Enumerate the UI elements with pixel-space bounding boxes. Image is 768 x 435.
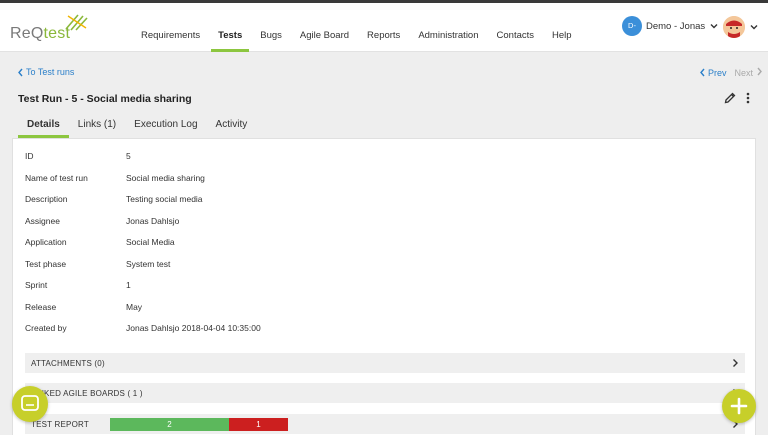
- failed-segment: 1: [229, 418, 288, 431]
- field-value: May: [126, 302, 143, 312]
- logo-text: ReQtest: [10, 25, 71, 42]
- app-header: ReQtest Requirements Tests Bugs Agile Bo…: [0, 3, 768, 52]
- profile-menu[interactable]: [723, 16, 759, 38]
- field-label: Application: [25, 237, 67, 247]
- field-value: Social media sharing: [126, 173, 205, 183]
- field-value: Testing social media: [126, 194, 203, 204]
- detail-tabs: Details Links (1) Execution Log Activity: [18, 115, 256, 138]
- nav-contacts[interactable]: Contacts: [488, 3, 544, 52]
- nav-administration[interactable]: Administration: [409, 3, 487, 52]
- page-title: Test Run - 5 - Social media sharing: [18, 93, 192, 105]
- field-value: Jonas Dahlsjo 2018-04-04 10:35:00: [126, 323, 261, 333]
- field-value: 5: [126, 151, 131, 161]
- field-value: 1: [126, 280, 131, 290]
- chevron-down-icon: [750, 25, 758, 30]
- prev-label: Prev: [708, 67, 727, 78]
- field-label: Assignee: [25, 216, 60, 226]
- chevron-right-icon: [757, 67, 762, 76]
- field-value: Social Media: [126, 237, 175, 247]
- chevron-left-icon: [700, 68, 705, 77]
- nav-agile-board[interactable]: Agile Board: [291, 3, 358, 52]
- test-report-bar: 2 1: [110, 418, 288, 431]
- plus-icon: [730, 397, 748, 415]
- back-to-test-runs-link[interactable]: To Test runs: [17, 67, 74, 77]
- nav-reports[interactable]: Reports: [358, 3, 409, 52]
- chat-button[interactable]: [12, 386, 48, 422]
- passed-segment: 2: [110, 418, 229, 431]
- nav-help[interactable]: Help: [543, 3, 581, 52]
- field-label: Name of test run: [25, 173, 88, 183]
- nav-tests[interactable]: Tests: [209, 3, 251, 52]
- attachments-section[interactable]: ATTACHMENTS (0): [25, 353, 745, 373]
- title-actions: [724, 92, 750, 104]
- nav-requirements[interactable]: Requirements: [132, 3, 209, 52]
- tab-details[interactable]: Details: [18, 115, 69, 138]
- kebab-menu-icon[interactable]: [746, 92, 750, 104]
- details-card: ID 5 Name of test run Social media shari…: [12, 138, 756, 435]
- linked-agile-boards-section[interactable]: LINKED AGILE BOARDS ( 1 ): [25, 383, 745, 403]
- record-pager: Prev Next: [699, 67, 763, 78]
- attachments-label: ATTACHMENTS (0): [31, 359, 105, 368]
- next-link[interactable]: Next: [735, 67, 763, 78]
- reqtest-logo[interactable]: ReQtest: [10, 13, 90, 45]
- add-button[interactable]: [722, 389, 756, 423]
- field-label: Description: [25, 194, 68, 204]
- chevron-right-icon: [733, 359, 738, 367]
- nav-bugs[interactable]: Bugs: [251, 3, 291, 52]
- user-avatar: D-: [622, 16, 642, 36]
- prev-link[interactable]: Prev: [699, 67, 727, 78]
- back-link-label: To Test runs: [26, 67, 75, 77]
- profile-avatar-icon: [723, 16, 745, 38]
- main-nav: Requirements Tests Bugs Agile Board Repo…: [132, 3, 581, 52]
- chevron-left-icon: [18, 68, 23, 76]
- user-name: Demo - Jonas: [646, 20, 706, 32]
- pencil-icon[interactable]: [724, 92, 736, 104]
- field-label: Test phase: [25, 259, 67, 269]
- next-label: Next: [734, 68, 754, 78]
- chat-bubble-icon: [21, 395, 39, 411]
- chevron-down-icon: [710, 24, 718, 29]
- field-label: Release: [25, 302, 57, 312]
- tab-activity[interactable]: Activity: [207, 115, 257, 138]
- tab-links[interactable]: Links (1): [69, 115, 125, 138]
- user-menu[interactable]: D- Demo - Jonas: [622, 16, 719, 36]
- field-label: Sprint: [25, 280, 48, 290]
- tab-execution-log[interactable]: Execution Log: [125, 115, 206, 138]
- test-report-section[interactable]: TEST REPORT 2 1: [25, 414, 745, 434]
- field-value: System test: [126, 259, 171, 269]
- field-label: Created by: [25, 323, 67, 333]
- field-value: Jonas Dahlsjo: [126, 216, 180, 226]
- field-label: ID: [25, 151, 34, 161]
